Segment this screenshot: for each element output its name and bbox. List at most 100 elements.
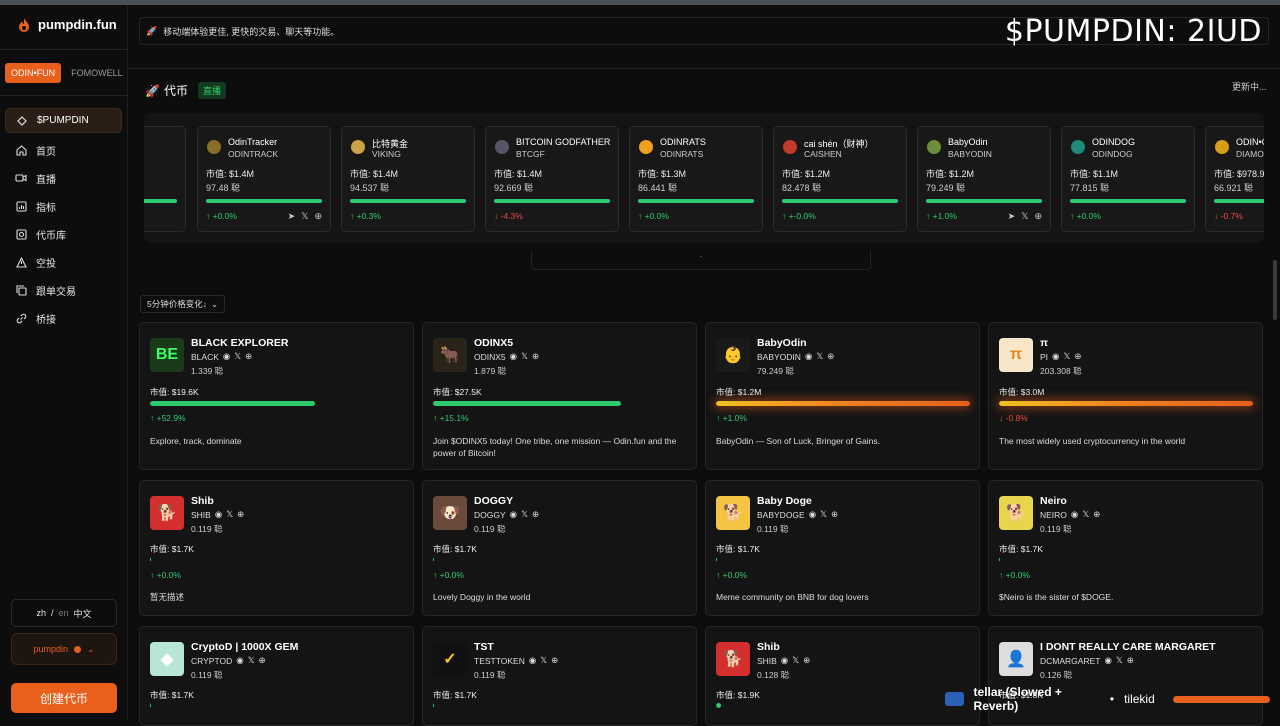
holders-value: 0.128 聪 bbox=[757, 670, 790, 680]
telegram-icon[interactable]: ◉ bbox=[236, 655, 243, 666]
token-logo-icon bbox=[1071, 140, 1085, 154]
x-icon[interactable]: 𝕏 bbox=[792, 655, 799, 666]
token-description: Lovely Doggy in the world bbox=[433, 592, 531, 602]
carousel-card[interactable]: ODINDOG ODINDOG 市值: $1.1M 77.815 聪 ↑ +0.0% bbox=[1061, 126, 1195, 232]
token-description: $Neiro is the sister of $DOGE. bbox=[999, 592, 1114, 602]
token-card[interactable]: 🐕 Shib SHIB ◉ 𝕏 ⊕ 0.128 聪市值: $1.9K bbox=[705, 626, 980, 726]
token-name: BabyOdin bbox=[757, 337, 807, 349]
telegram-icon[interactable]: ◉ bbox=[805, 351, 812, 362]
telegram-icon[interactable]: ➤ bbox=[1008, 211, 1016, 222]
carousel-card[interactable]: OdinTracker ODINTRACK 市值: $1.4M 97.48 聪 ↑ +0… bbox=[197, 126, 331, 232]
telegram-icon[interactable]: ◉ bbox=[223, 351, 230, 362]
create-token-button[interactable]: 创建代币 bbox=[11, 683, 117, 713]
carousel-scroll-indicator[interactable]: . bbox=[531, 250, 871, 270]
carousel-card-partial[interactable] bbox=[144, 126, 186, 232]
globe-icon[interactable]: ⊕ bbox=[259, 655, 266, 666]
flame-icon bbox=[19, 17, 29, 32]
x-icon[interactable]: 𝕏 bbox=[226, 509, 233, 520]
x-icon[interactable]: 𝕏 bbox=[301, 211, 308, 222]
telegram-icon[interactable]: ◉ bbox=[510, 351, 517, 362]
token-name: Neiro bbox=[1040, 495, 1067, 507]
x-icon[interactable]: 𝕏 bbox=[816, 351, 823, 362]
sidebar-item-label: $PUMPDIN bbox=[37, 115, 89, 126]
telegram-icon[interactable]: ◉ bbox=[809, 509, 816, 520]
telegram-icon[interactable]: ◉ bbox=[1104, 655, 1111, 666]
sidebar-item-airdrop[interactable]: 空投 bbox=[5, 248, 122, 276]
globe-icon[interactable]: ⊕ bbox=[1034, 211, 1042, 222]
carousel-card[interactable]: BITCOIN GODFATHER BTCGF 市值: $1.4M 92.669 聪 ↓… bbox=[485, 126, 619, 232]
telegram-icon[interactable]: ◉ bbox=[215, 509, 222, 520]
carousel-card[interactable]: 比特黄金 VIKING 市值: $1.4M 94.537 聪 ↑ +0.3% bbox=[341, 126, 475, 232]
tab-odinfun[interactable]: ODIN•FUN bbox=[5, 63, 62, 83]
progress-fill bbox=[999, 401, 1253, 406]
sidebar-item-metrics[interactable]: 指标 bbox=[5, 192, 122, 220]
holders-value: 1.879 聪 bbox=[474, 366, 507, 376]
diamond-icon bbox=[16, 115, 28, 127]
x-icon[interactable]: 𝕏 bbox=[820, 509, 827, 520]
token-card[interactable]: 🐕 Neiro NEIRO ◉ 𝕏 ⊕ 0.119 聪市值: $1.7K ↑ +0.0% $Ne… bbox=[988, 480, 1263, 616]
telegram-icon[interactable]: ◉ bbox=[510, 509, 517, 520]
token-card[interactable]: 🐶 DOGGY DOGGY ◉ 𝕏 ⊕ 0.119 聪市值: $1.7K ↑ +0.0% Lov… bbox=[422, 480, 697, 616]
x-icon[interactable]: 𝕏 bbox=[248, 655, 255, 666]
globe-icon[interactable]: ⊕ bbox=[1127, 655, 1134, 666]
globe-icon[interactable]: ⊕ bbox=[532, 351, 539, 362]
token-card[interactable]: 🐕 Shib SHIB ◉ 𝕏 ⊕ 0.119 聪市值: $1.7K ↑ +0.0% 暂无描述 bbox=[139, 480, 414, 616]
carousel-card[interactable]: BabyOdin BABYODIN 市值: $1.2M 79.249 聪 ↑ +1.0%… bbox=[917, 126, 1051, 232]
globe-icon[interactable]: ⊕ bbox=[314, 211, 322, 222]
tab-fomowell[interactable]: FOMOWELL bbox=[65, 63, 129, 83]
sidebar-item-library[interactable]: 代币库 bbox=[5, 220, 122, 248]
sidebar-item-home[interactable]: 首页 bbox=[5, 136, 122, 164]
price-change: ↓ -4.3% bbox=[494, 211, 523, 221]
token-card[interactable]: ◆ CryptoD | 1000X GEM CRYPTOD ◉ 𝕏 ⊕ 0.119 聪市值:… bbox=[139, 626, 414, 726]
token-carousel[interactable]: OdinTracker ODINTRACK 市值: $1.4M 97.48 聪 ↑ +0… bbox=[144, 113, 1264, 243]
platform-switch: ODIN•FUN FOMOWELL bbox=[5, 63, 129, 83]
sidebar-item-pumpdin[interactable]: $PUMPDIN bbox=[5, 108, 122, 133]
token-name: DOGGY bbox=[474, 495, 514, 507]
carousel-card[interactable]: ODINRATS ODINRATS 市值: $1.3M 86.441 聪 ↑ +0.0% bbox=[629, 126, 763, 232]
globe-icon[interactable]: ⊕ bbox=[245, 351, 252, 362]
carousel-card[interactable]: ODIN•G DIAMO 市值: $978.9K 66.921 聪 ↓ -0.7% bbox=[1205, 126, 1264, 232]
x-icon[interactable]: 𝕏 bbox=[234, 351, 241, 362]
x-icon[interactable]: 𝕏 bbox=[1063, 351, 1070, 362]
token-card[interactable]: 🐕 Baby Doge BABYDOGE ◉ 𝕏 ⊕ 0.119 聪市值: $1.7K ↑ +… bbox=[705, 480, 980, 616]
x-icon[interactable]: 𝕏 bbox=[521, 351, 528, 362]
globe-icon[interactable]: ⊕ bbox=[827, 351, 834, 362]
lang-en[interactable]: en bbox=[59, 608, 69, 618]
globe-icon[interactable]: ⊕ bbox=[803, 655, 810, 666]
token-card[interactable]: 👶 BabyOdin BABYODIN ◉ 𝕏 ⊕ 79.249 聪市值: $1.2M ↑ +… bbox=[705, 322, 980, 470]
lang-cn[interactable]: 中文 bbox=[74, 607, 92, 620]
token-card[interactable]: ✓ TST TESTTOKEN ◉ 𝕏 ⊕ 0.119 聪市值: $1.7K bbox=[422, 626, 697, 726]
globe-icon[interactable]: ⊕ bbox=[1093, 509, 1100, 520]
sidebar-item-bridge[interactable]: 桥接 bbox=[5, 304, 122, 332]
price-change: ↑ +0.0% bbox=[433, 570, 464, 580]
globe-icon[interactable]: ⊕ bbox=[237, 509, 244, 520]
telegram-icon[interactable]: ◉ bbox=[1071, 509, 1078, 520]
sidebar-item-copytrade[interactable]: 跟单交易 bbox=[5, 276, 122, 304]
page-scrollbar[interactable] bbox=[1273, 260, 1277, 320]
sort-filter-dropdown[interactable]: 5分钟价格变化↓ ⌄ bbox=[140, 295, 226, 313]
x-icon[interactable]: 𝕏 bbox=[540, 655, 547, 666]
telegram-icon[interactable]: ◉ bbox=[781, 655, 788, 666]
token-ticker: TESTTOKEN bbox=[474, 655, 525, 666]
globe-icon[interactable]: ⊕ bbox=[831, 509, 838, 520]
telegram-icon[interactable]: ➤ bbox=[288, 211, 296, 222]
token-card[interactable]: 🐂 ODINX5 ODINX5 ◉ 𝕏 ⊕ 1.879 聪市值: $27.5K ↑ +15.1… bbox=[422, 322, 697, 470]
globe-icon[interactable]: ⊕ bbox=[532, 509, 539, 520]
globe-icon[interactable]: ⊕ bbox=[551, 655, 558, 666]
x-icon[interactable]: 𝕏 bbox=[1082, 509, 1089, 520]
logo[interactable]: pumpdin.fun bbox=[18, 17, 117, 32]
x-icon[interactable]: 𝕏 bbox=[521, 509, 528, 520]
carousel-card[interactable]: cai shén（财神） CAISHEN 市值: $1.2M 82.478 聪 ↑ +-… bbox=[773, 126, 907, 232]
user-menu[interactable]: pumpdin ⌄ bbox=[11, 633, 117, 665]
x-icon[interactable]: 𝕏 bbox=[1021, 211, 1028, 222]
token-card[interactable]: BE BLACK EXPLORER BLACK ◉ 𝕏 ⊕ 1.339 聪市值: $19.6… bbox=[139, 322, 414, 470]
telegram-icon[interactable]: ◉ bbox=[1052, 351, 1059, 362]
lang-zh[interactable]: zh bbox=[36, 608, 46, 618]
x-icon[interactable]: 𝕏 bbox=[1116, 655, 1123, 666]
globe-icon[interactable]: ⊕ bbox=[1074, 351, 1081, 362]
token-card[interactable]: π π PI ◉ 𝕏 ⊕ 203.308 聪市值: $3.0M ↓ -0.8% The most… bbox=[988, 322, 1263, 470]
progress-bar bbox=[150, 401, 404, 406]
language-switch[interactable]: zh / en 中文 bbox=[11, 599, 117, 627]
telegram-icon[interactable]: ◉ bbox=[529, 655, 536, 666]
sidebar-item-live[interactable]: 直播 bbox=[5, 164, 122, 192]
